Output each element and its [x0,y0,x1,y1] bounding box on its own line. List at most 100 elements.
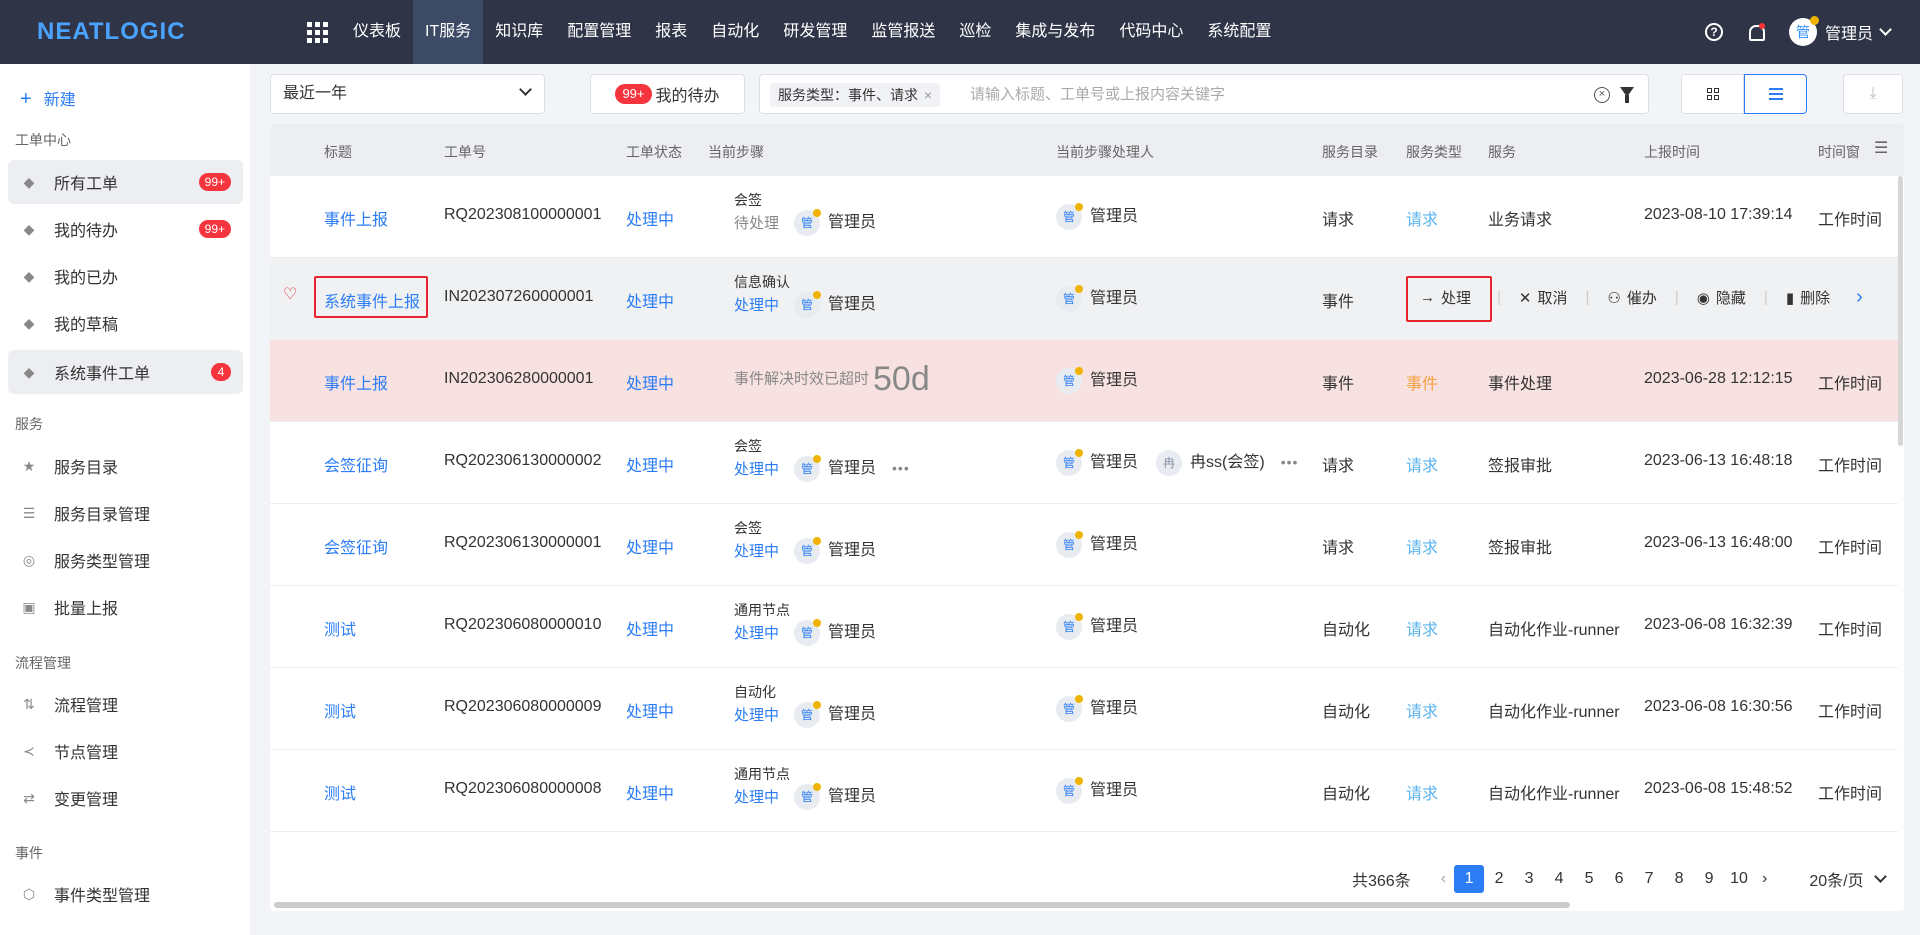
sidebar-item-all-orders[interactable]: ◆ 所有工单 99+ [8,160,243,204]
hide-label: 隐藏 [1715,290,1746,307]
page-3[interactable]: 3 [1514,865,1544,893]
new-button[interactable]: + 新建 [20,86,76,111]
urge-button[interactable]: ⚇ 催办 [1601,287,1662,308]
table-row[interactable]: 会签征询 RQ202306130000002 处理中 会签 处理中 管管理员 ••… [270,422,1898,504]
bell-icon[interactable] [1747,23,1765,41]
nav-inspection[interactable]: 巡检 [947,0,1003,64]
horizontal-scrollbar[interactable] [274,902,1570,908]
table-row[interactable]: 事件上报 RQ202308100000001 处理中 会签 待处理 管管理员 管… [270,176,1898,258]
time-range-select[interactable]: 最近一年 [270,74,545,114]
table-row[interactable]: 事件上报 IN202306280000001 处理中 事件解决时效已超时 50d … [270,340,1898,422]
download-button[interactable]: ⤓ [1843,74,1903,114]
table-row[interactable]: ♡ 系统事件上报 IN202307260000001 处理中 信息确认 处理中 … [270,258,1898,340]
col-report-time[interactable]: 上报时间 [1644,142,1700,162]
search-input[interactable] [970,75,1550,113]
nav-dashboard[interactable]: 仪表板 [341,0,413,64]
clear-icon[interactable]: × [1594,87,1610,103]
nav-knowledge[interactable]: 知识库 [483,0,555,64]
sidebar-item-change-manage[interactable]: ⇄ 变更管理 [8,776,243,820]
nav-config[interactable]: 配置管理 [555,0,643,64]
nav-integration[interactable]: 集成与发布 [1003,0,1107,64]
order-title-link[interactable]: 测试 [324,698,356,722]
sidebar-item-catalog-manage[interactable]: ☰ 服务目录管理 [8,491,243,535]
more-icon[interactable]: ••• [892,460,910,476]
sidebar-item-system-event[interactable]: ◆ 系统事件工单 4 [8,350,243,394]
page-7[interactable]: 7 [1634,865,1664,893]
more-icon[interactable]: ••• [1281,454,1299,470]
order-title-link[interactable]: 事件上报 [324,370,388,394]
my-todo-filter-button[interactable]: 99+ 我的待办 [590,74,745,114]
sidebar-item-batch-report[interactable]: ▣ 批量上报 [8,585,243,629]
order-title-link[interactable]: 测试 [324,616,356,640]
cancel-button[interactable]: ✕ 取消 [1513,287,1574,308]
hide-button[interactable]: ◉ 隐藏 [1691,287,1752,308]
columns-setting-icon[interactable]: ☰ [1874,138,1888,158]
user-menu[interactable]: 管 管理员 [1788,16,1892,46]
process-button[interactable]: → 处理 [1406,287,1477,308]
sidebar-item-my-todo[interactable]: ◆ 我的待办 99+ [8,207,243,251]
sidebar-item-flow-manage[interactable]: ⇅ 流程管理 [8,682,243,726]
col-step-handler[interactable]: 当前步骤处理人 [1056,142,1154,162]
page-1[interactable]: 1 [1454,865,1485,893]
sidebar-item-node-manage[interactable]: ≺ 节点管理 [8,729,243,773]
tag-close-icon[interactable]: × [924,87,932,103]
table-row[interactable]: 测试 RQ202306080000008 处理中 通用节点 处理中 管管理员 管… [270,750,1898,832]
order-title-link[interactable]: 测试 [324,780,356,804]
app-grid-icon[interactable] [305,20,329,44]
sidebar-item-my-drafts[interactable]: ◆ 我的草稿 [8,301,243,345]
page-5[interactable]: 5 [1574,865,1604,893]
page-10[interactable]: 10 [1724,865,1754,893]
heart-icon[interactable]: ♡ [283,287,297,303]
col-time-window[interactable]: 时间窗 [1818,142,1860,162]
page-4[interactable]: 4 [1544,865,1574,893]
col-order-no[interactable]: 工单号 [444,142,486,162]
page-8[interactable]: 8 [1664,865,1694,893]
sidebar-item-my-done[interactable]: ◆ 我的已办 [8,254,243,298]
sidebar-item-event-type[interactable]: ⬡ 事件类型管理 [8,872,243,916]
col-service[interactable]: 服务 [1488,142,1516,162]
col-catalog[interactable]: 服务目录 [1322,142,1378,162]
page-size-select[interactable]: 20条/页 [1809,867,1887,891]
page-6[interactable]: 6 [1604,865,1634,893]
table-row[interactable]: 会签征询 RQ202306130000001 处理中 会签 处理中 管管理员 管… [270,504,1898,586]
app-logo[interactable]: NEATLOGIC [37,18,217,46]
card-view-button[interactable] [1681,74,1744,114]
catalog: 自动化 [1322,786,1371,803]
service-type-tag[interactable]: 服务类型：事件、请求 × [770,83,941,107]
order-title-link[interactable]: 会签征询 [324,452,388,476]
step-name: 通用节点 [734,766,790,782]
help-icon[interactable]: ? [1704,23,1723,41]
col-service-type[interactable]: 服务类型 [1406,142,1462,162]
filter-icon[interactable] [1620,87,1634,103]
nav-automation[interactable]: 自动化 [699,0,771,64]
time-window: 工作时间 [1818,540,1883,557]
order-status: 处理中 [626,458,675,475]
batch-icon: ▣ [22,599,36,615]
chevron-right-icon[interactable]: › [1850,286,1869,309]
prev-page-icon[interactable]: ‹ [1433,870,1454,888]
nav-system-config[interactable]: 系统配置 [1195,0,1283,64]
nav-it-service[interactable]: IT服务 [413,0,484,64]
sidebar-item-service-catalog[interactable]: ★ 服务目录 [8,444,243,488]
col-status[interactable]: 工单状态 [626,142,682,162]
pagination: 共366条 ‹ 1 2 3 4 5 6 7 8 9 10 › 20条/页 [1352,865,1887,893]
nav-regulatory[interactable]: 监管报送 [859,0,947,64]
sidebar-item-label: 我的待办 [54,223,119,240]
step-handler: 管管理员 [1056,284,1138,312]
nav-reports[interactable]: 报表 [643,0,699,64]
table-row[interactable]: 测试 RQ202306080000010 处理中 通用节点 处理中 管管理员 管… [270,586,1898,668]
order-title-link[interactable]: 会签征询 [324,534,388,558]
page-2[interactable]: 2 [1484,865,1514,893]
vertical-scrollbar[interactable] [1898,176,1903,446]
nav-code-center[interactable]: 代码中心 [1107,0,1195,64]
col-title[interactable]: 标题 [324,142,352,162]
page-9[interactable]: 9 [1694,865,1724,893]
next-page-icon[interactable]: › [1754,870,1775,888]
nav-rd[interactable]: 研发管理 [771,0,859,64]
col-current-step[interactable]: 当前步骤 [708,142,764,162]
order-title-link[interactable]: 事件上报 [324,206,388,230]
delete-button[interactable]: ▮ 删除 [1780,287,1836,308]
table-row[interactable]: 测试 RQ202306080000009 处理中 自动化 处理中 管管理员 管管… [270,668,1898,750]
list-view-button[interactable] [1744,74,1807,114]
sidebar-item-type-manage[interactable]: ◎ 服务类型管理 [8,538,243,582]
